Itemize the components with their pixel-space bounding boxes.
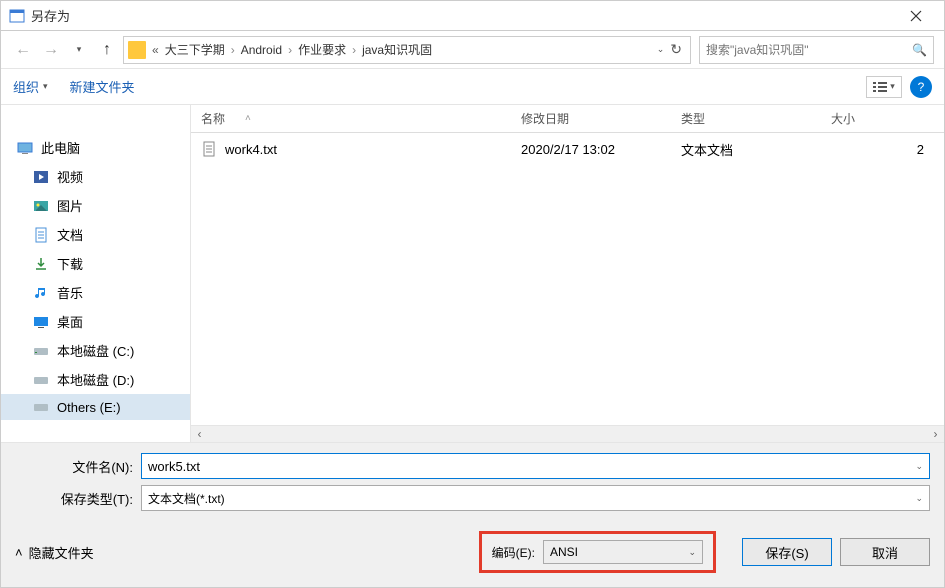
sidebar-item-label: 此电脑 (41, 138, 80, 157)
column-name[interactable]: 名称˄ (191, 110, 511, 127)
sidebar-item-label: 桌面 (57, 312, 83, 331)
filename-combo[interactable]: ⌄ (141, 453, 930, 479)
app-icon (9, 8, 25, 24)
forward-button[interactable]: → (39, 38, 63, 62)
disk-icon (33, 399, 49, 415)
window-title: 另存为 (31, 6, 896, 25)
help-button[interactable]: ? (910, 76, 932, 98)
chevron-up-icon: ˄ (15, 545, 23, 560)
filename-label: 文件名(N): (15, 457, 141, 476)
savetype-combo[interactable]: 文本文档(*.txt) ⌄ (141, 485, 930, 511)
sidebar-item-pictures[interactable]: 图片 (1, 191, 190, 220)
file-list-header: 名称˄ 修改日期 类型 大小 (191, 105, 944, 133)
hide-folders-toggle[interactable]: ˄ 隐藏文件夹 (15, 543, 94, 562)
sidebar-item-local-c[interactable]: 本地磁盘 (C:) (1, 336, 190, 365)
file-pane: 名称˄ 修改日期 类型 大小 work4.txt 2020/2/17 13:02… (191, 105, 944, 442)
sidebar-item-music[interactable]: 音乐 (1, 278, 190, 307)
document-icon (33, 227, 49, 243)
save-as-dialog: 另存为 ← → ▾ ↑ « 大三下学期› Android› 作业要求› java… (0, 0, 945, 588)
breadcrumb-prefix: « (152, 43, 159, 57)
sidebar-item-label: 下载 (57, 254, 83, 273)
sidebar-tree[interactable]: 此电脑 视频 图片 文档 下载 音乐 (1, 105, 191, 442)
breadcrumb-item[interactable]: 作业要求 (292, 41, 352, 58)
sidebar-item-desktop[interactable]: 桌面 (1, 307, 190, 336)
scroll-right-button[interactable]: › (927, 426, 944, 443)
sidebar-item-this-pc[interactable]: 此电脑 (1, 133, 190, 162)
video-icon (33, 169, 49, 185)
sidebar-item-label: 本地磁盘 (C:) (57, 341, 134, 360)
search-icon: 🔍 (912, 43, 927, 57)
desktop-icon (33, 314, 49, 330)
filename-input[interactable] (148, 459, 915, 474)
up-button[interactable]: ↑ (95, 38, 119, 62)
sidebar-item-others-e[interactable]: Others (E:) (1, 394, 190, 420)
disk-icon (33, 372, 49, 388)
filename-dropdown[interactable]: ⌄ (915, 461, 923, 472)
new-folder-button[interactable]: 新建文件夹 (70, 77, 135, 96)
column-type[interactable]: 类型 (671, 110, 821, 127)
breadcrumb-item[interactable]: Android (235, 43, 288, 57)
file-name: work4.txt (225, 142, 277, 157)
sidebar-item-label: 视频 (57, 167, 83, 186)
file-type: 文本文档 (671, 140, 821, 159)
drive-icon (128, 41, 146, 59)
sidebar-item-label: Others (E:) (57, 400, 121, 415)
back-button[interactable]: ← (11, 38, 35, 62)
breadcrumb-item[interactable]: java知识巩固 (356, 41, 438, 58)
sidebar-item-videos[interactable]: 视频 (1, 162, 190, 191)
encoding-label: 编码(E): (492, 544, 535, 561)
download-icon (33, 256, 49, 272)
file-size: 2 (821, 142, 944, 157)
txt-file-icon (201, 141, 217, 157)
sidebar-item-downloads[interactable]: 下载 (1, 249, 190, 278)
sidebar-item-label: 本地磁盘 (D:) (57, 370, 134, 389)
music-icon (33, 285, 49, 301)
savetype-value: 文本文档(*.txt) (148, 490, 915, 507)
search-input[interactable] (706, 43, 912, 57)
refresh-button[interactable]: ↻ (670, 41, 682, 58)
horizontal-scrollbar[interactable]: ‹ › (191, 425, 944, 442)
chevron-down-icon: ⌄ (688, 547, 696, 558)
breadcrumb-item[interactable]: 大三下学期 (159, 41, 231, 58)
search-box[interactable]: 🔍 (699, 36, 934, 64)
savetype-dropdown[interactable]: ⌄ (915, 493, 923, 504)
encoding-highlight: 编码(E): ANSI ⌄ (479, 531, 716, 573)
sidebar-item-label: 音乐 (57, 283, 83, 302)
pc-icon (17, 140, 33, 156)
organize-button[interactable]: 组织 ▾ (13, 77, 48, 96)
scroll-left-button[interactable]: ‹ (191, 426, 208, 443)
address-bar[interactable]: « 大三下学期› Android› 作业要求› java知识巩固 ⌄ ↻ (123, 36, 691, 64)
sidebar-item-local-d[interactable]: 本地磁盘 (D:) (1, 365, 190, 394)
hide-folders-label: 隐藏文件夹 (29, 543, 94, 562)
column-date[interactable]: 修改日期 (511, 110, 671, 127)
sidebar-item-documents[interactable]: 文档 (1, 220, 190, 249)
address-dropdown[interactable]: ⌄ (657, 44, 665, 55)
savetype-label: 保存类型(T): (15, 489, 141, 508)
title-bar: 另存为 (1, 1, 944, 31)
sidebar-item-label: 文档 (57, 225, 83, 244)
file-row[interactable]: work4.txt 2020/2/17 13:02 文本文档 2 (191, 133, 944, 165)
cancel-button[interactable]: 取消 (840, 538, 930, 566)
close-button[interactable] (896, 2, 936, 30)
save-button[interactable]: 保存(S) (742, 538, 832, 566)
toolbar: 组织 ▾ 新建文件夹 ▾ ? (1, 69, 944, 105)
bottom-panel: 文件名(N): ⌄ 保存类型(T): 文本文档(*.txt) ⌄ ˄ 隐藏文件夹… (1, 443, 944, 587)
navigation-row: ← → ▾ ↑ « 大三下学期› Android› 作业要求› java知识巩固… (1, 31, 944, 69)
pictures-icon (33, 198, 49, 214)
encoding-select[interactable]: ANSI ⌄ (543, 540, 703, 564)
recent-dropdown[interactable]: ▾ (67, 38, 91, 62)
disk-icon (33, 343, 49, 359)
sidebar-item-label: 图片 (57, 196, 83, 215)
file-date: 2020/2/17 13:02 (511, 142, 671, 157)
column-size[interactable]: 大小 (821, 110, 944, 127)
encoding-value: ANSI (550, 545, 578, 559)
view-options-button[interactable]: ▾ (866, 76, 902, 98)
